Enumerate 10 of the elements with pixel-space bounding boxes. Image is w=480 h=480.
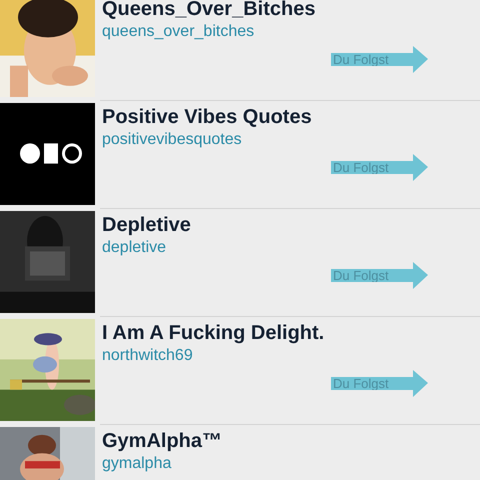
account-handle: gymalpha: [102, 454, 172, 474]
account-handle: positivevibesquotes: [102, 130, 243, 150]
account-handle: northwitch69: [102, 346, 194, 366]
account-name: I Am A Fucking Delight.: [102, 321, 326, 345]
account-name: Positive Vibes Quotes: [102, 105, 313, 129]
account-name: GymAlpha™: [102, 429, 224, 453]
account-name: Queens_Over_Bitches: [102, 0, 316, 21]
account-handle: depletive: [102, 238, 168, 258]
account-handle: queens_over_bitches: [102, 22, 256, 42]
account-name: Depletive: [102, 213, 192, 237]
